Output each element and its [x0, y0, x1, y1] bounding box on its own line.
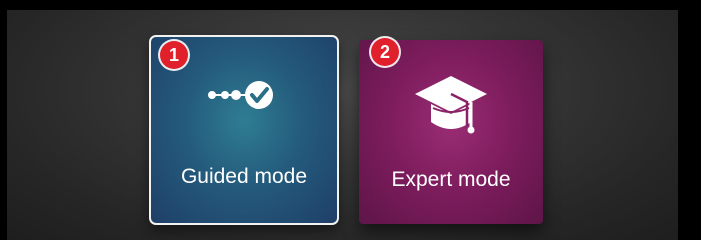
expert-mode-tile[interactable]: 2 Expert mode [359, 38, 543, 224]
right-edge-bar [678, 10, 701, 240]
screen: 1 Guided mode 2 Expert mode [0, 0, 701, 240]
graduation-cap-icon [411, 72, 491, 149]
expert-mode-label: Expert mode [391, 168, 511, 191]
mode-selection-panel: 1 Guided mode 2 Expert mode [7, 10, 678, 240]
guided-mode-label: Guided mode [180, 165, 308, 188]
guided-mode-tile[interactable]: 1 Guided mode [149, 35, 339, 225]
guided-mode-number-badge: 1 [160, 41, 188, 69]
steps-check-icon [204, 75, 284, 120]
expert-mode-number-badge: 2 [371, 38, 399, 66]
